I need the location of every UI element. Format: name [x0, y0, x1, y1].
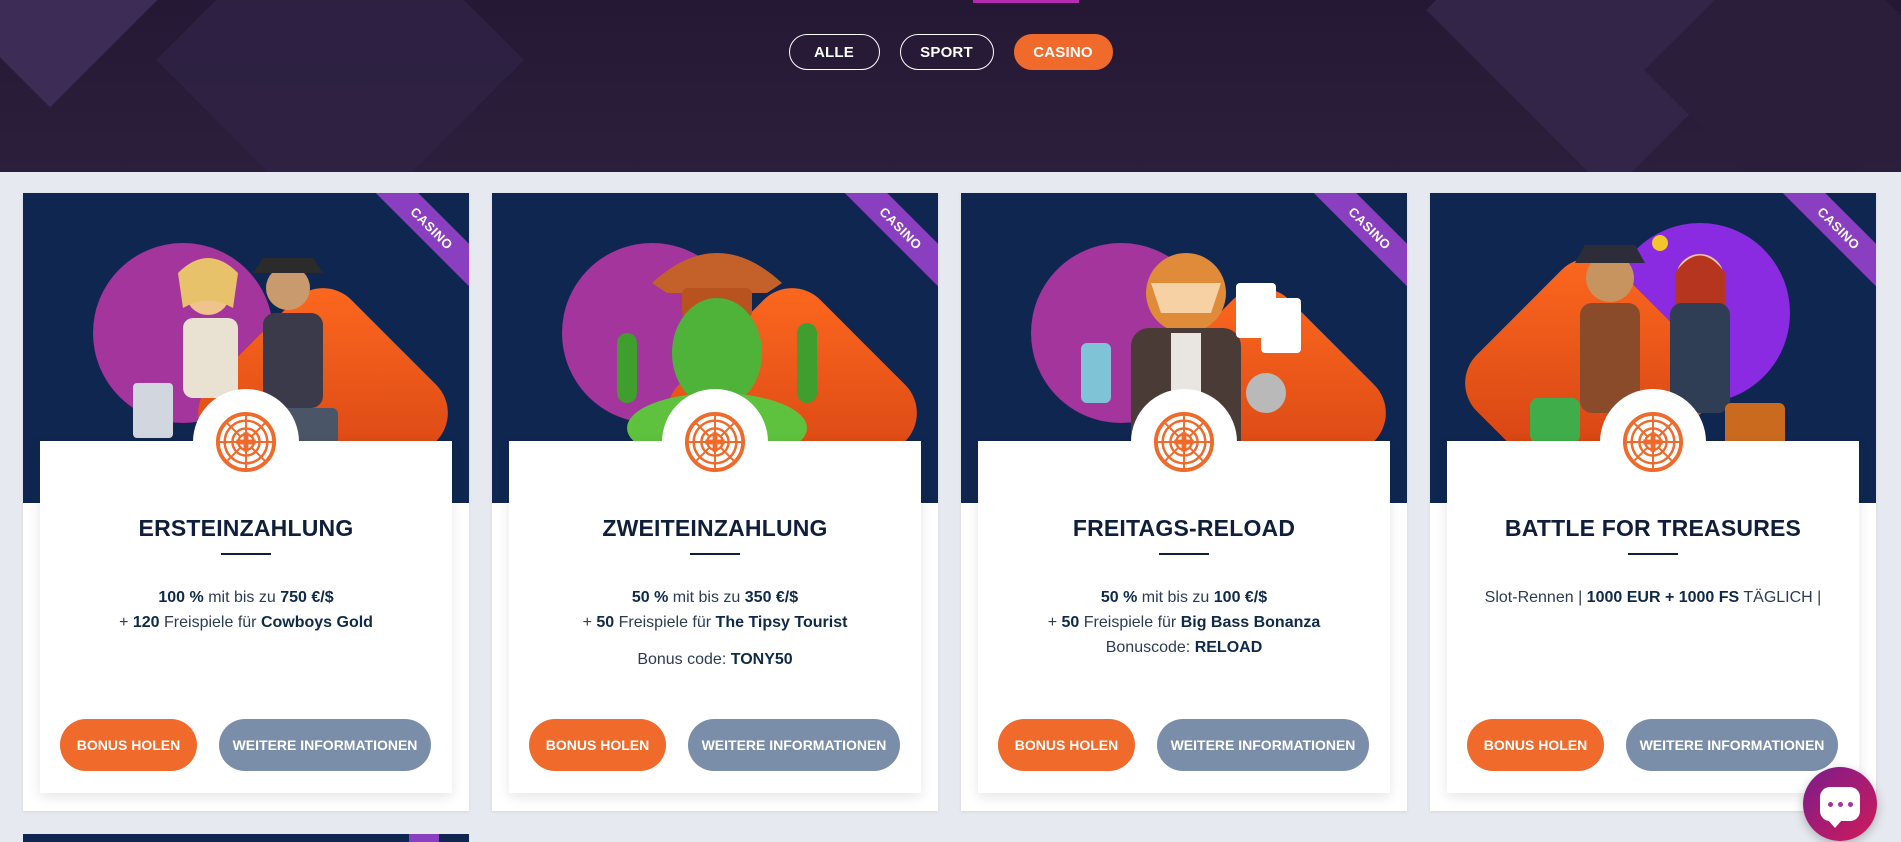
roulette-badge: [1600, 389, 1706, 495]
roulette-badge: [193, 389, 299, 495]
promo-description: Slot-Rennen | 1000 EUR + 1000 FS TÄGLICH…: [1484, 589, 1822, 606]
roulette-badge: [1131, 389, 1237, 495]
more-info-button[interactable]: WEITERE INFORMATIONEN: [1626, 719, 1838, 771]
promo-card-partial: [23, 834, 469, 842]
bonus-holen-button[interactable]: BONUS HOLEN: [529, 719, 666, 771]
roulette-badge: [662, 389, 768, 495]
nav-active-indicator: [973, 0, 1079, 3]
promo-description: 50 % mit bis zu 350 €/$ + 50 Freispiele …: [582, 589, 848, 631]
roulette-wheel-icon: [684, 411, 746, 473]
roulette-wheel-icon: [215, 411, 277, 473]
live-chat-button[interactable]: [1803, 767, 1877, 841]
roulette-wheel-icon: [1153, 411, 1215, 473]
category-ribbon: CASINO: [837, 193, 938, 292]
promo-description: 50 % mit bis zu 100 €/$ + 50 Freispiele …: [1047, 589, 1321, 656]
title-divider: [1159, 553, 1209, 555]
promo-card: CASINO ZWEITEINZAHLUNG 50 % mit bis zu 3…: [492, 193, 938, 811]
hero-decor-shape: [156, 0, 524, 172]
promo-title: FREITAGS-RELOAD: [1072, 515, 1296, 541]
category-filter: ALLE SPORT CASINO: [0, 34, 1901, 70]
promo-card: CASINO BATTLE FOR TREASURES Slot-Rennen …: [1430, 193, 1876, 811]
title-divider: [1628, 553, 1678, 555]
more-info-button[interactable]: WEITERE INFORMATIONEN: [1157, 719, 1369, 771]
category-ribbon: CASINO: [1306, 193, 1407, 292]
filter-sport-button[interactable]: SPORT: [899, 34, 994, 70]
hero-banner: ALLE SPORT CASINO: [0, 0, 1901, 172]
bonus-holen-button[interactable]: BONUS HOLEN: [998, 719, 1135, 771]
title-divider: [221, 553, 271, 555]
promo-description: 100 % mit bis zu 750 €/$ + 120 Freispiel…: [119, 589, 373, 631]
promo-card: CASINO ERSTEINZAHLUNG 100 % mit bis zu 7…: [23, 193, 469, 811]
promo-title: BATTLE FOR TREASURES: [1504, 515, 1802, 541]
roulette-wheel-icon: [1622, 411, 1684, 473]
promo-title: ZWEITEINZAHLUNG: [602, 515, 828, 541]
bonus-code: Bonus code: TONY50: [637, 651, 793, 668]
promo-title: ERSTEINZAHLUNG: [138, 515, 354, 541]
more-info-button[interactable]: WEITERE INFORMATIONEN: [219, 719, 431, 771]
category-ribbon: [409, 834, 439, 842]
title-divider: [690, 553, 740, 555]
more-info-button[interactable]: WEITERE INFORMATIONEN: [688, 719, 900, 771]
filter-casino-button[interactable]: CASINO: [1013, 34, 1113, 70]
filter-all-button[interactable]: ALLE: [788, 34, 880, 70]
category-ribbon: CASINO: [368, 193, 469, 292]
bonus-holen-button[interactable]: BONUS HOLEN: [60, 719, 197, 771]
promo-card: CASINO FREITAGS-RELOAD 50 % mit bis zu 1…: [961, 193, 1407, 811]
bonus-holen-button[interactable]: BONUS HOLEN: [1467, 719, 1604, 771]
chat-bubble-icon: [1820, 787, 1860, 828]
